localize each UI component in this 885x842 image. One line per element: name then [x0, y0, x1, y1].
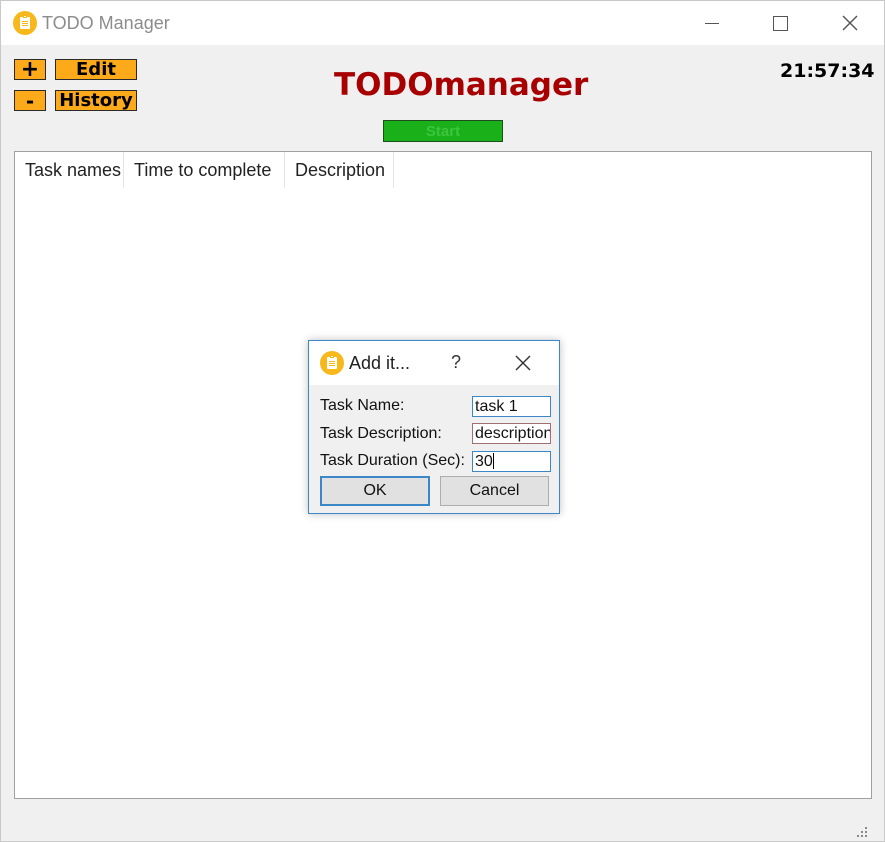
maximize-icon: [772, 15, 788, 31]
minimize-button[interactable]: [689, 1, 735, 45]
remove-task-button[interactable]: -: [14, 90, 46, 111]
task-name-label: Task Name:: [320, 397, 405, 414]
task-duration-value: 30: [475, 453, 493, 470]
resize-grip-icon[interactable]: [855, 827, 869, 839]
close-button[interactable]: [827, 1, 873, 45]
cancel-button[interactable]: Cancel: [440, 476, 549, 506]
close-icon: [842, 15, 858, 31]
column-header-time-to-complete[interactable]: Time to complete: [124, 152, 285, 188]
minimize-icon: [705, 22, 719, 24]
dialog-title-bar[interactable]: Add it... ?: [309, 341, 559, 385]
task-description-label: Task Description:: [320, 425, 442, 442]
task-duration-input[interactable]: 30: [472, 451, 551, 472]
add-task-button[interactable]: +: [14, 58, 46, 80]
maximize-button[interactable]: [757, 1, 803, 45]
clipboard-icon: [13, 11, 37, 35]
task-name-input[interactable]: task 1: [472, 396, 551, 417]
close-icon: [515, 355, 531, 371]
start-button[interactable]: Start: [383, 120, 503, 142]
ok-button[interactable]: OK: [320, 476, 430, 506]
column-header-task-names[interactable]: Task names: [15, 152, 124, 188]
table-header: Task names Time to complete Description: [15, 152, 394, 188]
task-duration-label: Task Duration (Sec):: [320, 452, 465, 469]
history-button[interactable]: History: [55, 90, 137, 111]
dialog-close-button[interactable]: [511, 351, 535, 375]
column-header-description[interactable]: Description: [285, 152, 394, 188]
app-heading: TODOmanager: [334, 67, 589, 103]
dialog-title: Add it...: [349, 353, 411, 373]
clock: 21:57:34: [780, 60, 875, 82]
text-caret: [492, 453, 494, 469]
add-task-dialog: Add it... ? Task Name: task 1 Task Descr…: [308, 340, 560, 514]
window-title: TODO Manager: [42, 13, 170, 33]
title-bar[interactable]: TODO Manager: [1, 1, 884, 45]
edit-button[interactable]: Edit: [55, 59, 137, 80]
task-description-input[interactable]: description: [472, 423, 551, 444]
clipboard-icon: [320, 351, 344, 375]
help-button[interactable]: ?: [447, 352, 465, 373]
